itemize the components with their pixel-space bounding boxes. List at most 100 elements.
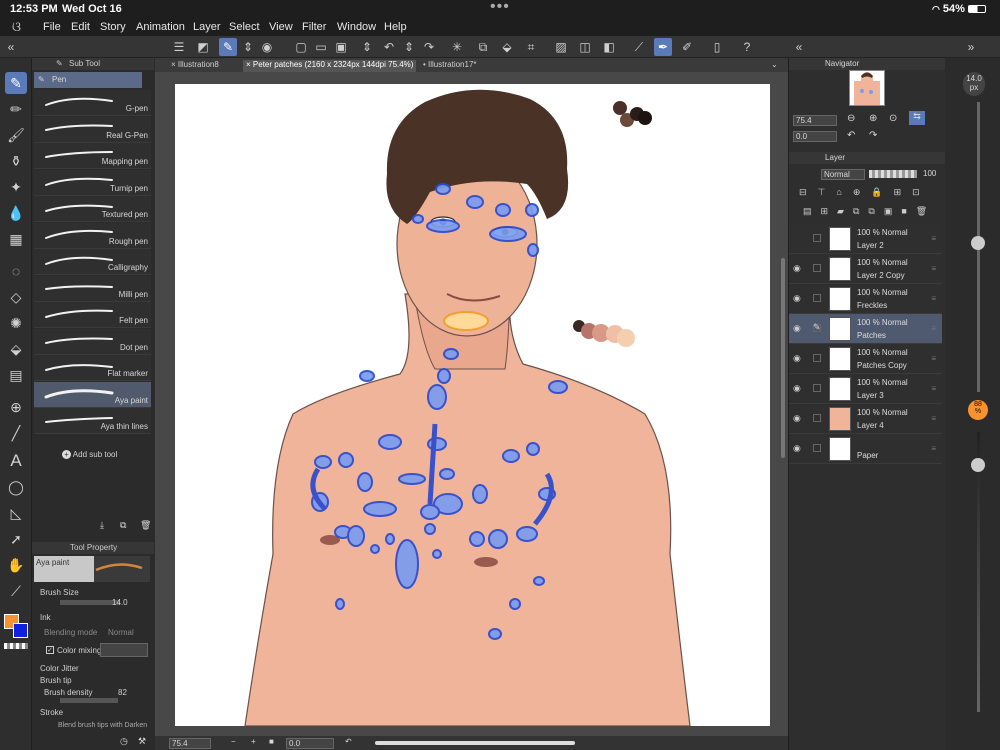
menu-layer[interactable]: Layer [193, 21, 221, 33]
selection-fill-icon[interactable]: ◧ [600, 38, 618, 56]
layer-row[interactable]: ◉ 100 % Normal Layer 2 Copy ≡ [789, 254, 942, 284]
sub-tool-item[interactable]: Flat marker [34, 355, 151, 381]
open-folder-icon[interactable]: ▭ [312, 38, 330, 56]
quick-access-icon[interactable]: ✎ [219, 38, 237, 56]
doc-tab-peter-patches[interactable]: × Peter patches (2160 x 2324px 144dpi 75… [243, 60, 417, 72]
layer-row[interactable]: ◉ 100 % Normal Layer 3 ≡ [789, 374, 942, 404]
eye-icon[interactable]: ◉ [793, 293, 801, 304]
eye-icon[interactable]: ◉ [258, 38, 276, 56]
frame-tool-icon[interactable]: ◺ [5, 502, 27, 524]
navigator-fit-icon[interactable]: ⊙ [889, 113, 897, 124]
new-sub-tool-icon[interactable]: ⤓ [100, 520, 104, 531]
layer-opacity-slider[interactable] [869, 170, 917, 178]
sub-tool-item[interactable]: Aya paint [34, 381, 151, 408]
navigator-angle-field[interactable]: 0.0 [793, 131, 837, 142]
transparent-color-swatch[interactable] [4, 643, 28, 649]
collapse-right-icon[interactable]: » [962, 38, 980, 56]
text-tool-icon[interactable]: A [5, 450, 27, 472]
sub-tool-item[interactable]: Mapping pen [34, 143, 151, 169]
doc-tab-illustration8[interactable]: × Illustration8 [171, 60, 219, 72]
layer-lock-checkbox[interactable] [813, 384, 821, 392]
navigator-rotate-right-icon[interactable]: ↷ [869, 130, 877, 141]
eraser-tool-icon[interactable]: ◇ [5, 286, 27, 308]
object-tool-icon[interactable]: ➚ [5, 528, 27, 550]
device-icon[interactable]: ▯ [708, 38, 726, 56]
sub-color-swatch[interactable] [13, 623, 28, 638]
collapse-right-left-icon[interactable]: « [790, 38, 808, 56]
navigator-thumbnail[interactable] [849, 70, 885, 106]
line-tool-icon[interactable]: ╱ [5, 422, 27, 444]
navigator-zoom-in-icon[interactable]: ⊕ [869, 113, 877, 124]
up-down-arrows-icon[interactable]: ⇕ [239, 38, 257, 56]
navigator-rotate-icon[interactable]: ↶ [847, 130, 855, 141]
blend-tool-icon[interactable]: 💧 [5, 202, 27, 224]
transform-icon[interactable]: ◩ [194, 38, 212, 56]
navigator-flip-icon[interactable]: ⇆ [909, 111, 925, 125]
save-icon[interactable]: ▣ [332, 38, 350, 56]
brush-tool-icon[interactable]: 🖌 [5, 124, 27, 146]
menu-story[interactable]: Story [100, 21, 126, 33]
fit-icon[interactable]: ■ [269, 737, 274, 746]
help-icon[interactable]: ? [738, 38, 756, 56]
copy-icon[interactable]: ⧉ [474, 38, 492, 56]
eye-icon[interactable]: ◉ [793, 383, 801, 394]
drag-handle-icon[interactable]: ≡ [931, 414, 936, 423]
sub-tool-item[interactable]: Dot pen [34, 328, 151, 355]
drag-handle-icon[interactable]: ≡ [931, 444, 936, 453]
duplicate-sub-tool-icon[interactable]: ⧉ [120, 520, 126, 531]
menu-window[interactable]: Window [337, 21, 376, 33]
drag-handle-icon[interactable]: ≡ [931, 264, 936, 273]
redo-icon[interactable]: ↷ [420, 38, 438, 56]
navigator-zoom-out-icon[interactable]: ⊖ [847, 113, 855, 124]
opacity-vertical-slider[interactable] [971, 432, 985, 712]
layer-lock-checkbox[interactable] [813, 354, 821, 362]
zoom-in-icon[interactable]: + [251, 737, 256, 746]
layer-lock-checkbox[interactable] [813, 294, 821, 302]
menu-view[interactable]: View [269, 21, 293, 33]
drag-handle-icon[interactable]: ≡ [931, 294, 936, 303]
sub-tool-item[interactable]: G-pen [34, 90, 151, 116]
redo-arrows-icon[interactable]: ⇕ [400, 38, 418, 56]
canvas-vertical-scrollbar[interactable] [781, 258, 785, 458]
pen-ruler-icon[interactable]: ✒ [654, 38, 672, 56]
menu-select[interactable]: Select [229, 21, 260, 33]
fill-tool-icon[interactable]: ⬙ [5, 338, 27, 360]
balloon-tool-icon[interactable]: ◯ [5, 476, 27, 498]
multitask-dots-icon[interactable]: ••• [490, 0, 510, 16]
eye-icon[interactable]: ◉ [793, 413, 801, 424]
layer-lock-checkbox[interactable] [813, 234, 821, 242]
menu-help[interactable]: Help [384, 21, 407, 33]
layer-lock-checkbox[interactable] [813, 414, 821, 422]
pencil-tool-icon[interactable]: ✏ [5, 98, 27, 120]
sub-tool-item[interactable]: Aya thin lines [34, 408, 151, 434]
wrench-icon[interactable]: ⚒ [138, 736, 146, 747]
menu-edit[interactable]: Edit [71, 21, 90, 33]
brush-size-slider[interactable] [60, 600, 120, 605]
layer-lock-checkbox[interactable] [813, 444, 821, 452]
doc-tab-illustration17[interactable]: • Illustration17* [423, 60, 477, 72]
crop-icon[interactable]: ⌗ [522, 38, 540, 56]
eyedropper-tool-icon[interactable]: ⟋ [5, 580, 27, 602]
undo-icon[interactable]: ↶ [380, 38, 398, 56]
delete-sub-tool-icon[interactable]: 🗑 [140, 520, 151, 531]
sub-tool-group-tab[interactable]: ✎ Pen [34, 72, 142, 88]
sub-tool-item[interactable]: Milli pen [34, 275, 151, 302]
ruler-icon[interactable]: ⟋ [630, 38, 648, 56]
grid-tool-icon[interactable]: ▦ [5, 228, 27, 250]
layer-action-icon[interactable]: ▤⊞▰⧉⧉▣■🗑 [803, 206, 936, 216]
drag-handle-icon[interactable]: ≡ [931, 384, 936, 393]
sub-tool-item[interactable]: Textured pen [34, 196, 151, 222]
sub-tool-item[interactable]: Turnip pen [34, 169, 151, 196]
brush-preset-preview[interactable]: Aya paint [34, 556, 150, 582]
layer-row[interactable]: 100 % Normal Layer 2 ≡ [789, 224, 942, 254]
selection-off-icon[interactable]: ▨ [552, 38, 570, 56]
pen-tool-icon[interactable]: ✎ [5, 72, 27, 94]
arrows-icon[interactable]: ⇕ [358, 38, 376, 56]
pencil-ruler-icon[interactable]: ✐ [678, 38, 696, 56]
sub-tool-item[interactable]: Real G-Pen [34, 116, 151, 143]
navigator-zoom-field[interactable]: 75.4 [793, 115, 837, 126]
zoom-tool-icon[interactable]: ⊕ [5, 396, 27, 418]
blend-mode-select[interactable]: Normal [821, 169, 865, 180]
menu-animation[interactable]: Animation [136, 21, 185, 33]
tab-menu-chevron-icon[interactable]: ⌄ [771, 60, 778, 72]
